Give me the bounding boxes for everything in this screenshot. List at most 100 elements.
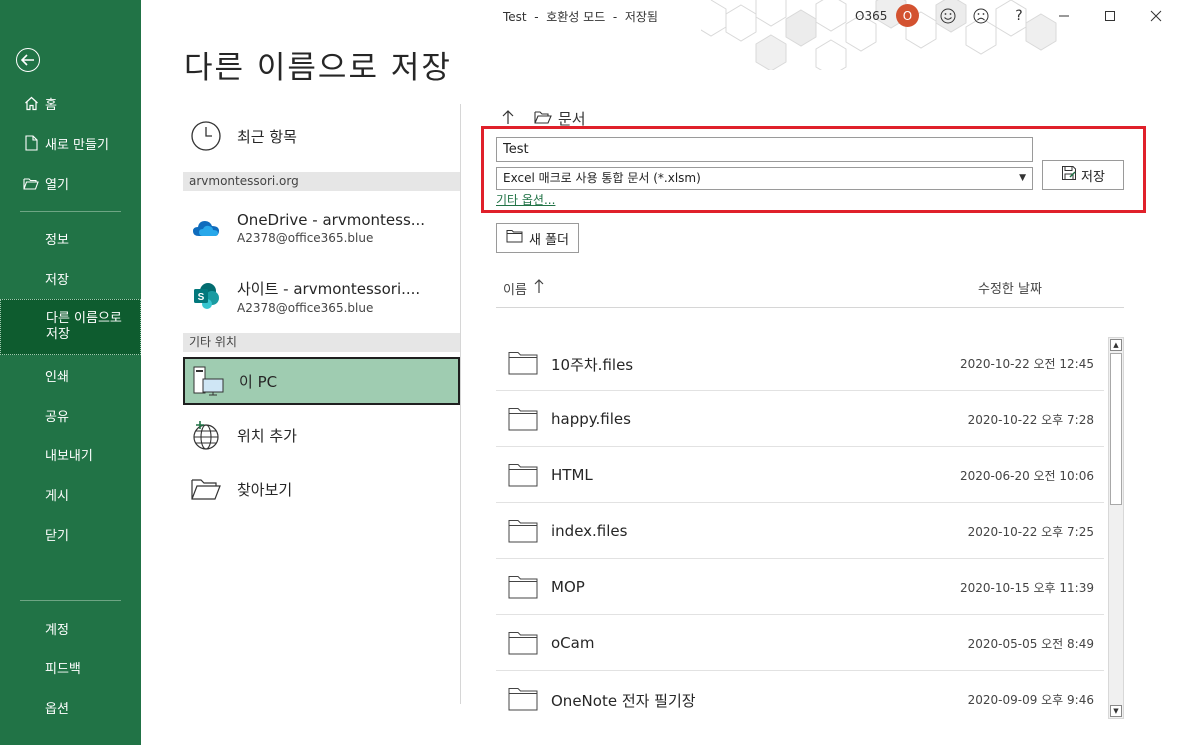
nav-export[interactable]: 내보내기 [0,436,141,472]
nav-feedback[interactable]: 피드백 [0,649,141,685]
file-name: 10주차.files [551,356,634,374]
nav-info[interactable]: 정보 [0,220,141,256]
minimize-icon[interactable] [1052,4,1076,28]
file-name: index.files [551,522,628,540]
nav-divider [20,211,121,212]
place-sites[interactable]: S 사이트 - arvmontessori.... A2378@office36… [183,272,460,320]
nav-save-as[interactable]: 다른 이름으로 저장 [0,299,141,355]
folder-icon [508,631,538,659]
nav-account[interactable]: 계정 [0,610,141,646]
nav-publish-label: 게시 [45,488,69,504]
save-button[interactable]: 저장 [1042,160,1124,190]
nav-new[interactable]: 새로 만들기 [0,125,141,161]
place-onedrive-label: OneDrive - arvmontess... [237,211,426,229]
file-row[interactable]: MOP 2020-10-15 오후 11:39 [496,559,1104,615]
nav-share[interactable]: 공유 [0,397,141,433]
file-date: 2020-10-22 오후 7:28 [967,413,1094,427]
more-options-link[interactable]: 기타 옵션... [496,191,555,208]
folder-icon [508,407,538,435]
nav-save-label: 저장 [45,272,69,288]
browse-folder-icon [183,476,229,502]
breadcrumb-folder-icon [534,110,552,128]
group-header-org: arvmontessori.org [183,172,460,191]
sort-up-arrow-icon [533,278,545,298]
nav-open-label: 열기 [45,177,69,193]
place-this-pc[interactable]: 이 PC [183,357,460,405]
nav-options[interactable]: 옵션 [0,689,141,725]
filetype-dropdown[interactable]: Excel 매크로 사용 통합 문서 (*.xlsm) ▼ [496,167,1033,190]
filetype-selected: Excel 매크로 사용 통합 문서 (*.xlsm) [503,171,701,185]
dropdown-caret-icon: ▼ [1019,173,1026,183]
backstage-nav: 홈 새로 만들기 열기 정보 저장 다른 이름으로 저장 인쇄 공유 내보내기 … [0,0,141,745]
nav-close-label: 닫기 [45,528,69,544]
back-arrow-icon[interactable] [16,48,40,72]
place-this-pc-label: 이 PC [239,372,278,391]
place-onedrive[interactable]: OneDrive - arvmontess... A2378@office365… [183,204,460,252]
nav-save-as-line1: 다른 이름으로 [46,311,122,326]
smile-icon[interactable] [936,4,960,28]
onedrive-icon [183,218,229,238]
computer-icon [185,365,231,397]
file-row[interactable]: HTML 2020-06-20 오전 10:06 [496,447,1104,503]
file-list-scrollbar[interactable]: ▲ ▼ [1108,337,1124,719]
file-name: MOP [551,578,585,596]
place-sites-label: 사이트 - arvmontessori.... [237,279,421,298]
file-row[interactable]: OneNote 전자 필기장 2020-09-09 오후 9:46 [496,671,1104,719]
nav-close[interactable]: 닫기 [0,516,141,552]
folder-icon [508,687,538,715]
file-date: 2020-10-22 오후 7:25 [967,525,1094,539]
file-name: HTML [551,466,593,484]
column-name-label: 이름 [503,282,527,298]
nav-open[interactable]: 열기 [0,165,141,201]
folder-icon [508,575,538,603]
close-icon[interactable] [1144,4,1168,28]
file-name: happy.files [551,410,631,428]
column-date-modified[interactable]: 수정한 날짜 [978,278,1042,297]
help-icon[interactable]: ? [1007,4,1031,28]
window-title: Test - 호환성 모드 - 저장됨 [503,10,658,24]
file-list: 10주차.files 2020-10-22 오전 12:45 happy.files… [496,335,1104,719]
place-recent-label: 최근 항목 [237,127,297,146]
file-row[interactable]: happy.files 2020-10-22 오후 7:28 [496,391,1104,447]
scroll-up-arrow-icon[interactable]: ▲ [1110,339,1122,351]
folder-icon [508,463,538,491]
place-add-label: 위치 추가 [237,426,297,445]
nav-new-label: 새로 만들기 [45,137,109,153]
column-divider [460,104,461,704]
avatar[interactable]: O [896,4,919,27]
nav-save-as-label: 다른 이름으로 저장 [46,311,122,343]
file-row[interactable]: oCam 2020-05-05 오전 8:49 [496,615,1104,671]
file-row[interactable]: 10주차.files 2020-10-22 오전 12:45 [496,335,1104,391]
new-folder-button[interactable]: 새 폴더 [496,223,579,253]
title-bar: Test - 호환성 모드 - 저장됨 O365 O ? [141,0,1181,70]
file-date: 2020-10-22 오전 12:45 [959,357,1094,371]
nav-print[interactable]: 인쇄 [0,357,141,393]
filename-input[interactable] [496,137,1033,162]
place-sites-account: A2378@office365.blue [237,300,374,315]
scroll-thumb[interactable] [1110,353,1122,505]
open-folder-icon [20,177,42,190]
frown-icon[interactable] [969,4,993,28]
scroll-down-arrow-icon[interactable]: ▼ [1110,705,1122,717]
file-date: 2020-06-20 오전 10:06 [959,469,1094,483]
file-name: OneNote 전자 필기장 [551,692,696,710]
nav-publish[interactable]: 게시 [0,476,141,512]
nav-account-label: 계정 [45,622,69,638]
clock-icon [183,120,229,152]
file-list-header: 이름 수정한 날짜 [496,272,1124,308]
column-name[interactable]: 이름 [503,278,545,298]
nav-feedback-label: 피드백 [45,661,81,677]
add-place-globe-icon [183,419,229,451]
maximize-icon[interactable] [1098,4,1122,28]
nav-home[interactable]: 홈 [0,85,141,121]
page-title: 다른 이름으로 저장 [184,50,452,86]
place-browse[interactable]: 찾아보기 [183,470,460,508]
nav-save[interactable]: 저장 [0,260,141,296]
new-document-icon [20,135,42,151]
place-add[interactable]: 위치 추가 [183,416,460,454]
home-icon [20,96,42,111]
place-recent[interactable]: 최근 항목 [183,118,460,154]
file-date: 2020-09-09 오후 9:46 [967,693,1094,707]
nav-export-label: 내보내기 [45,448,93,464]
file-row[interactable]: index.files 2020-10-22 오후 7:25 [496,503,1104,559]
